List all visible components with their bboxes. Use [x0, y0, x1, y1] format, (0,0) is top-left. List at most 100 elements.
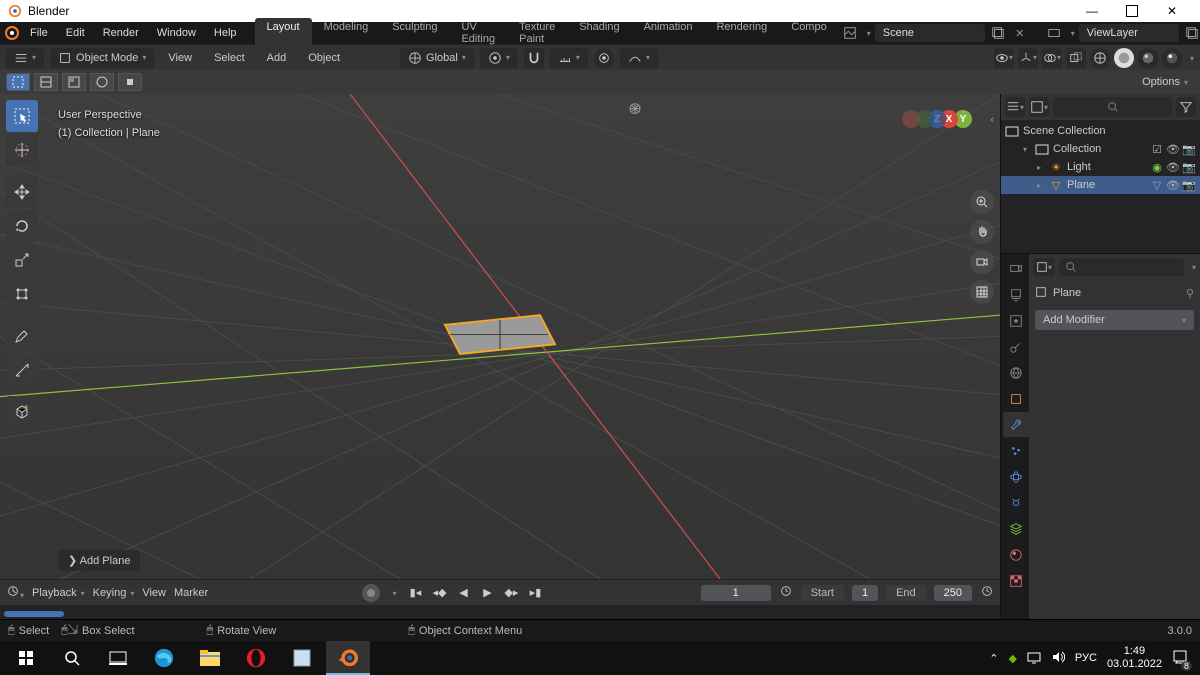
pivot-dropdown[interactable]: ▾	[480, 48, 518, 68]
start-button[interactable]	[4, 641, 48, 675]
select-mode-5[interactable]	[118, 73, 142, 91]
zoom-gizmo[interactable]	[970, 190, 994, 214]
outliner-item-light[interactable]: ▸ ☀ Light ◉👁📷	[1001, 158, 1200, 176]
shading-wireframe[interactable]	[1090, 48, 1110, 68]
tray-lang[interactable]: РУС	[1075, 652, 1097, 664]
current-frame-field[interactable]: 1	[701, 585, 771, 601]
collection-checkbox[interactable]: ☑	[1150, 143, 1164, 156]
tool-move[interactable]	[6, 176, 38, 208]
header-select[interactable]: Select	[206, 50, 253, 66]
tab-rendering[interactable]: Rendering	[704, 18, 779, 48]
last-operator-panel[interactable]: ❯ Add Plane	[58, 550, 140, 571]
outliner-collection[interactable]: ▾ Collection ☑👁📷	[1001, 140, 1200, 158]
menu-file[interactable]: File	[22, 25, 56, 41]
eye-icon[interactable]: 👁	[1166, 161, 1180, 174]
tool-scale[interactable]	[6, 244, 38, 276]
tool-cursor[interactable]	[6, 134, 38, 166]
menu-edit[interactable]: Edit	[58, 25, 93, 41]
timeline-keying[interactable]: Keying	[93, 587, 135, 599]
props-options[interactable]	[1188, 261, 1196, 273]
unknown-app[interactable]	[280, 641, 324, 675]
tab-shading[interactable]: Shading	[567, 18, 631, 48]
autokey-dropdown[interactable]	[388, 587, 396, 599]
play-button[interactable]: ▶	[476, 584, 498, 602]
3d-viewport[interactable]: User Perspective (1) Collection | Plane …	[0, 94, 1000, 579]
props-tab-scene[interactable]	[1003, 334, 1029, 359]
pin-icon[interactable]: ⚲	[1186, 287, 1194, 300]
system-tray[interactable]: ⌃ ◆ РУС 1:49 03.01.2022 8	[981, 645, 1196, 671]
light-data-icon[interactable]: ◉	[1150, 161, 1164, 174]
add-modifier-dropdown[interactable]: Add Modifier	[1035, 310, 1194, 330]
gizmo-dropdown[interactable]: ▾	[1018, 48, 1038, 68]
timeline-popover[interactable]	[980, 584, 994, 601]
n-panel-toggle[interactable]: ‹	[990, 114, 994, 126]
scene-browse-icon[interactable]	[841, 24, 859, 42]
snap-toggle[interactable]	[524, 48, 544, 68]
window-minimize-button[interactable]: —	[1072, 0, 1112, 22]
tray-clock[interactable]: 1:49 03.01.2022	[1107, 645, 1162, 671]
props-tab-constraints[interactable]	[1003, 490, 1029, 515]
eye-icon[interactable]: 👁	[1166, 179, 1180, 192]
scene-delete-button[interactable]: ✕	[1011, 24, 1029, 42]
explorer-app[interactable]	[188, 641, 232, 675]
menu-render[interactable]: Render	[95, 25, 147, 41]
props-tab-render[interactable]	[1003, 256, 1029, 281]
keyframe-prev-button[interactable]: ◂◆	[428, 584, 450, 602]
start-frame-field[interactable]: 1	[852, 585, 878, 601]
end-frame-field[interactable]: 250	[934, 585, 972, 601]
shading-material[interactable]	[1138, 48, 1158, 68]
timeline-marker[interactable]: Marker	[174, 587, 208, 599]
jump-start-button[interactable]: ▮◂	[404, 584, 426, 602]
visibility-dropdown[interactable]: ▾	[994, 48, 1014, 68]
scene-new-button[interactable]	[989, 24, 1007, 42]
outliner-editor-dropdown[interactable]: ▾	[1005, 97, 1025, 117]
props-tab-modifier[interactable]	[1003, 412, 1029, 437]
window-maximize-button[interactable]	[1112, 0, 1152, 22]
viewlayer-browse-icon[interactable]	[1045, 24, 1063, 42]
render-icon[interactable]: 📷	[1182, 161, 1196, 174]
shading-dropdown[interactable]	[1186, 52, 1194, 64]
camera-gizmo[interactable]	[970, 250, 994, 274]
props-tab-output[interactable]	[1003, 282, 1029, 307]
jump-end-button[interactable]: ▸▮	[524, 584, 546, 602]
select-mode-2[interactable]	[34, 73, 58, 91]
menu-window[interactable]: Window	[149, 25, 204, 41]
props-tab-object[interactable]	[1003, 386, 1029, 411]
editor-type-dropdown[interactable]: ▾	[6, 48, 44, 68]
xray-toggle[interactable]	[1066, 48, 1086, 68]
proportional-falloff-dropdown[interactable]: ▾	[620, 48, 658, 68]
shading-rendered[interactable]	[1162, 48, 1182, 68]
viewlayer-name-field[interactable]: ViewLayer	[1079, 24, 1179, 42]
tool-rotate[interactable]	[6, 210, 38, 242]
tray-network-icon[interactable]	[1027, 650, 1041, 667]
proportional-edit-toggle[interactable]	[594, 48, 614, 68]
outliner-tree[interactable]: Scene Collection ▾ Collection ☑👁📷 ▸ ☀ Li…	[1001, 120, 1200, 253]
props-search[interactable]	[1059, 258, 1184, 276]
select-mode-1[interactable]	[6, 73, 30, 91]
header-view[interactable]: View	[160, 50, 200, 66]
outliner-scene-collection[interactable]: Scene Collection	[1001, 122, 1200, 140]
outliner-search[interactable]	[1053, 97, 1172, 117]
mode-dropdown[interactable]: Object Mode▾	[50, 48, 154, 68]
taskview-button[interactable]	[96, 641, 140, 675]
viewlayer-dropdown-chevron[interactable]	[1067, 27, 1075, 39]
tray-chevron-icon[interactable]: ⌃	[989, 652, 998, 665]
tool-add-cube[interactable]	[6, 396, 38, 428]
header-object[interactable]: Object	[300, 50, 348, 66]
timeline-playback[interactable]: Playback	[32, 587, 85, 599]
opera-app[interactable]	[234, 641, 278, 675]
props-tab-data[interactable]	[1003, 516, 1029, 541]
props-tab-world[interactable]	[1003, 360, 1029, 385]
edge-app[interactable]	[142, 641, 186, 675]
props-tab-physics[interactable]	[1003, 464, 1029, 489]
tray-notifications[interactable]: 8	[1172, 649, 1188, 668]
tab-compositing[interactable]: Compo	[779, 18, 838, 48]
ortho-gizmo[interactable]	[970, 280, 994, 304]
mesh-data-icon[interactable]: ▽	[1150, 179, 1164, 192]
outliner-display-dropdown[interactable]: ▾	[1029, 97, 1049, 117]
strip-options[interactable]: Options	[1136, 74, 1194, 90]
props-editor-dropdown[interactable]: ▾	[1033, 258, 1055, 276]
viewlayer-new-button[interactable]	[1183, 24, 1200, 42]
header-add[interactable]: Add	[259, 50, 295, 66]
frame-jump-button[interactable]	[779, 584, 793, 601]
